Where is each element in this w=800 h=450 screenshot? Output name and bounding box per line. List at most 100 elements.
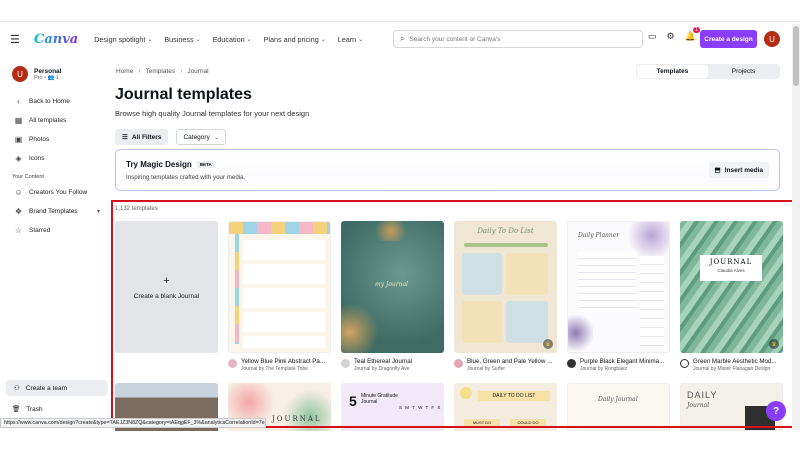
- todo-box: [462, 253, 502, 295]
- thumb-text: Minute Gratitude Journal: [361, 393, 398, 405]
- card-author[interactable]: Journal by Surfer: [467, 366, 555, 372]
- breadcrumb-home[interactable]: Home: [116, 68, 133, 75]
- template-thumb: JOURNAL Claudia Alves ♛: [680, 221, 783, 353]
- thumb-text: JOURNAL: [272, 415, 322, 423]
- create-design-button[interactable]: Create a design: [700, 30, 757, 48]
- chevron-down-icon: ⌄: [358, 36, 364, 43]
- template-card[interactable]: Daily To Do List ♛ Blue, Green and Pale …: [454, 221, 557, 372]
- thumb-text: Daily Planner: [578, 232, 620, 239]
- flower-decoration: [460, 387, 472, 399]
- card-title: Purple Black Elegant Minima...: [580, 358, 665, 365]
- gear-icon[interactable]: ⚙: [667, 31, 675, 42]
- sidebar-item-all-templates[interactable]: ▦ All templates: [0, 111, 112, 130]
- header-icons: ▭ ⚙ 🔔 1: [648, 27, 700, 42]
- card-title: Yellow Blue Pink Abstract Pa...: [241, 358, 326, 365]
- filter-bar: ☰ All Filters Category ⌄: [115, 129, 226, 145]
- template-card[interactable]: JOURNAL Claudia Alves ♛ Green Marble Aes…: [680, 221, 783, 372]
- chevron-down-icon: ⌄: [195, 36, 201, 43]
- account-switcher[interactable]: U Personal Pro • 👥 1: [0, 58, 112, 88]
- templates-projects-toggle: Templates Projects: [636, 64, 780, 79]
- page-subtitle: Browse high quality Journal templates fo…: [115, 109, 310, 118]
- todo-box: [462, 301, 502, 343]
- pattern-stripe: [229, 222, 330, 234]
- card-author[interactable]: Journal by The Template Tribe: [241, 366, 329, 372]
- trash-icon: 🗑: [12, 406, 21, 413]
- thumb-text: DAILY: [687, 390, 718, 400]
- bell-icon[interactable]: 🔔 1: [685, 27, 700, 42]
- creator-avatar: [228, 359, 237, 368]
- breadcrumb-separator: ›: [180, 68, 183, 75]
- template-icon: ▦: [14, 116, 23, 125]
- nav-design-spotlight[interactable]: Design spotlight ⌄: [94, 35, 152, 44]
- tab-templates[interactable]: Templates: [637, 65, 708, 78]
- magic-subtitle: Inspiring templates crafted with your me…: [126, 174, 246, 181]
- scrollbar-thumb[interactable]: [793, 26, 799, 86]
- template-thumb-partial[interactable]: DAILY TO DO LIST MUST DO COULD DO: [454, 383, 557, 431]
- nav-business[interactable]: Business ⌄: [164, 35, 200, 44]
- nav-plans-pricing[interactable]: Plans and pricing ⌄: [264, 35, 326, 44]
- blank-thumb: + Create a blank Journal: [115, 221, 218, 353]
- notification-badge: 1: [693, 27, 700, 33]
- search-icon: ⌕: [400, 34, 405, 43]
- create-blank-card[interactable]: + Create a blank Journal: [115, 221, 218, 353]
- creator-avatar: [680, 359, 689, 368]
- scrollbar[interactable]: [792, 24, 800, 430]
- template-card[interactable]: Daily Planner Purple Black Elegant Minim…: [567, 221, 670, 372]
- card-title: Teal Ethereal Journal: [354, 358, 413, 365]
- todo-box: [506, 253, 548, 295]
- help-button[interactable]: ?: [766, 401, 786, 421]
- template-card[interactable]: Yellow Blue Pink Abstract Pa... Journal b…: [228, 221, 331, 372]
- creator-avatar: [341, 359, 350, 368]
- canva-logo[interactable]: Canva: [34, 32, 78, 47]
- team-icon: ⚇: [14, 385, 20, 392]
- menu-icon[interactable]: ☰: [10, 33, 26, 46]
- thumb-text: S M T W T F S: [399, 405, 442, 410]
- search-box[interactable]: ⌕: [393, 30, 643, 48]
- sidebar-item-brand-templates[interactable]: ❖ Brand Templates ▾: [0, 202, 112, 221]
- desktop-icon[interactable]: ▭: [648, 31, 657, 42]
- beta-badge: BETA: [196, 161, 215, 168]
- card-title: Blue, Green and Pale Yellow ...: [467, 358, 553, 365]
- thumb-name: Claudia Alves: [717, 268, 745, 273]
- thumb-text: DAILY TO DO LIST: [478, 391, 550, 401]
- card-author[interactable]: Journal by Rongbaez: [580, 366, 668, 372]
- card-author[interactable]: Journal by Mister Flanagan Design: [693, 366, 781, 372]
- template-thumb: [228, 221, 331, 353]
- nav-learn[interactable]: Learn ⌄: [338, 35, 363, 44]
- thumb-text: COULD DO: [510, 419, 546, 427]
- nav-education[interactable]: Education ⌄: [213, 35, 252, 44]
- sidebar-item-creators[interactable]: ☺ Creators You Follow: [0, 183, 112, 202]
- page-title: Journal templates: [115, 86, 252, 103]
- card-meta: Green Marble Aesthetic Mod... Journal by …: [680, 358, 783, 372]
- plus-icon: +: [163, 274, 170, 287]
- thumb-text: MUST DO: [464, 419, 500, 427]
- brand-icon: ❖: [14, 207, 23, 216]
- insert-media-button[interactable]: ⬒ Insert media: [708, 162, 769, 178]
- magic-title: Try Magic Design BETA: [126, 160, 215, 169]
- watercolor: [568, 312, 593, 352]
- crown-icon: ♛: [543, 339, 553, 349]
- breadcrumb-journal: Journal: [187, 68, 209, 75]
- template-card[interactable]: my Journal Teal Ethereal Journal Journal …: [341, 221, 444, 372]
- creator-avatar: [567, 359, 576, 368]
- sidebar-item-icons[interactable]: ◈ Icons: [0, 149, 112, 168]
- title-label: JOURNAL Claudia Alves: [700, 255, 762, 281]
- breadcrumb-templates[interactable]: Templates: [146, 68, 176, 75]
- thumb-title: JOURNAL: [709, 258, 753, 266]
- sidebar-item-trash[interactable]: 🗑 Trash: [8, 405, 43, 414]
- upload-icon: ⬒: [714, 167, 721, 174]
- sidebar-item-photos[interactable]: ▣ Photos: [0, 130, 112, 149]
- all-filters-button[interactable]: ☰ All Filters: [115, 129, 169, 145]
- photo-icon: ▣: [14, 135, 23, 144]
- create-team-button[interactable]: ⚇ Create a team: [6, 380, 108, 396]
- search-input[interactable]: [409, 35, 610, 43]
- template-thumb-partial[interactable]: 5 Minute Gratitude Journal S M T W T F S: [341, 383, 444, 431]
- category-dropdown[interactable]: Category ⌄: [176, 129, 226, 145]
- card-author[interactable]: Journal by Dragonfly Ave: [354, 366, 442, 372]
- status-url: https://www.canva.com/design?create&type…: [0, 418, 266, 428]
- sidebar-item-starred[interactable]: ☆ Starred: [0, 221, 112, 240]
- tab-projects[interactable]: Projects: [708, 65, 779, 78]
- template-thumb-partial[interactable]: Daily Journal: [567, 383, 670, 431]
- avatar[interactable]: U: [764, 31, 780, 47]
- back-to-home[interactable]: ‹ Back to Home: [0, 92, 112, 111]
